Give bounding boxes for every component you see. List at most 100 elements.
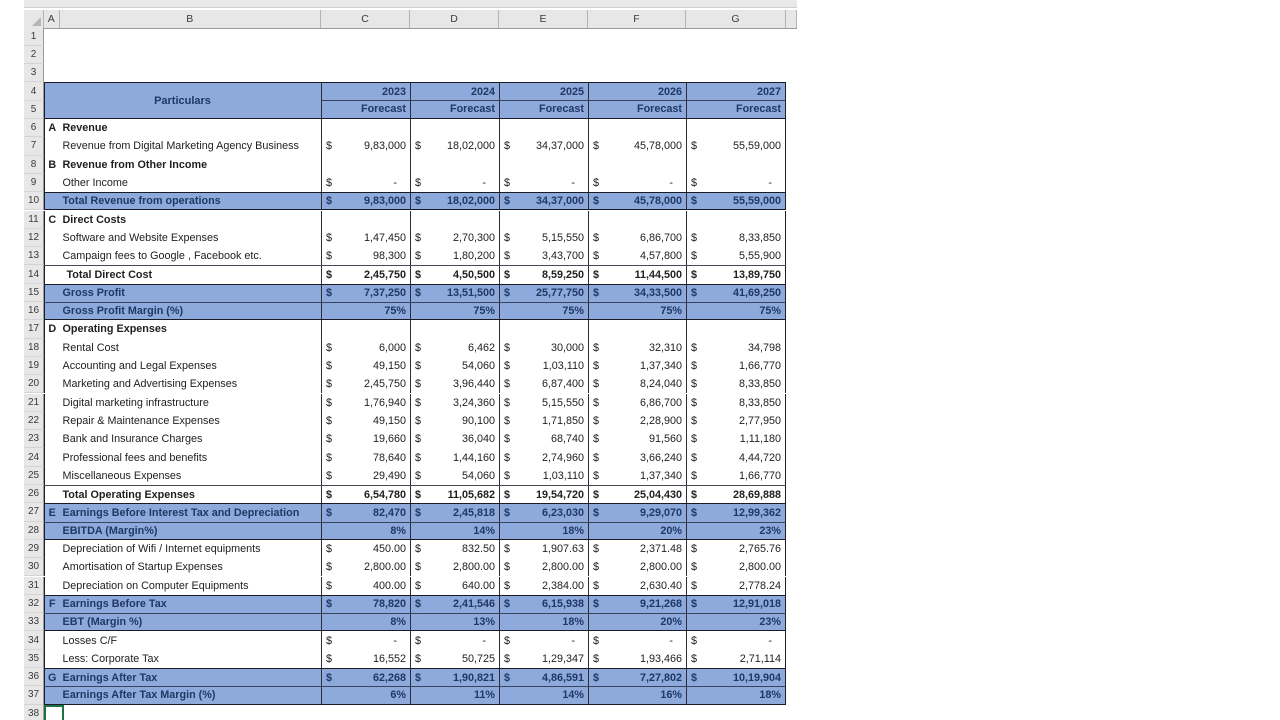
row-header-24[interactable]: 24 (24, 448, 44, 466)
cell-G35[interactable]: $2,71,114 (686, 650, 786, 668)
row-header-14[interactable]: 14 (24, 265, 44, 283)
cell-E14[interactable]: $8,59,250 (499, 266, 588, 283)
cell-A37[interactable] (44, 687, 60, 703)
cell-G36[interactable]: $10,19,904 (686, 669, 786, 686)
cell-D7[interactable]: $18,02,000 (410, 137, 499, 155)
cell-B17[interactable]: Operating Expenses (60, 320, 322, 338)
cell-G28[interactable]: 23% (686, 523, 786, 539)
cell-B22[interactable]: Repair & Maintenance Expenses (60, 412, 322, 430)
row-header-26[interactable]: 26 (24, 485, 44, 503)
cell-B23[interactable]: Bank and Insurance Charges (60, 430, 322, 448)
cell-C11[interactable] (321, 211, 410, 229)
cell-D21[interactable]: $3,24,360 (410, 394, 499, 412)
cell-D25[interactable]: $54,060 (410, 467, 499, 485)
cell-E12[interactable]: $5,15,550 (499, 229, 588, 247)
cell-C20[interactable]: $2,45,750 (321, 375, 410, 393)
cell-G30[interactable]: $2,800.00 (686, 558, 786, 576)
row-header-27[interactable]: 27 (24, 503, 44, 521)
row-header-7[interactable]: 7 (24, 137, 44, 155)
cell-F15[interactable]: $34,33,500 (588, 285, 686, 302)
cell-B24[interactable]: Professional fees and benefits (60, 448, 322, 466)
row-header-1[interactable]: 1 (24, 28, 44, 46)
cell-A9[interactable] (44, 174, 60, 192)
cell-B36[interactable]: Earnings After Tax (60, 669, 322, 686)
cell-F25[interactable]: $1,37,340 (588, 467, 686, 485)
cell-D23[interactable]: $36,040 (410, 430, 499, 448)
cell-G17[interactable] (686, 320, 786, 338)
cell-E17[interactable] (499, 320, 588, 338)
row-header-30[interactable]: 30 (24, 558, 44, 576)
row-header-31[interactable]: 31 (24, 577, 44, 595)
cell-E27[interactable]: $6,23,030 (499, 504, 588, 521)
cell-B27[interactable]: Earnings Before Interest Tax and Depreci… (60, 504, 322, 521)
cell-D16[interactable]: 75% (410, 303, 499, 319)
cell-E5[interactable]: Forecast (499, 101, 588, 118)
cell-F9[interactable]: $- (588, 174, 686, 192)
cell-B11[interactable]: Direct Costs (60, 211, 322, 229)
cell-E11[interactable] (499, 211, 588, 229)
cell-E16[interactable]: 75% (499, 303, 588, 319)
cell-B37[interactable]: Earnings After Tax Margin (%) (60, 687, 322, 703)
cell-F34[interactable]: $- (588, 631, 686, 649)
cell-F35[interactable]: $1,93,466 (588, 650, 686, 668)
cell-E4[interactable]: 2025 (499, 83, 588, 100)
select-all-button[interactable] (24, 10, 44, 28)
cell-B12[interactable]: Software and Website Expenses (60, 229, 322, 247)
cell-G18[interactable]: $34,798 (686, 339, 786, 357)
cell-C29[interactable]: $450.00 (321, 540, 410, 558)
cell-F16[interactable]: 75% (588, 303, 686, 319)
cell-B19[interactable]: Accounting and Legal Expenses (60, 357, 322, 375)
cell-D26[interactable]: $11,05,682 (410, 486, 499, 503)
cell-A22[interactable] (44, 412, 60, 430)
cell-A36[interactable]: G (44, 669, 60, 686)
cell-F29[interactable]: $2,371.48 (588, 540, 686, 558)
cell-F14[interactable]: $11,44,500 (588, 266, 686, 283)
cell-E23[interactable]: $68,740 (499, 430, 588, 448)
cell-A15[interactable] (44, 285, 60, 302)
cell-G19[interactable]: $1,66,770 (686, 357, 786, 375)
cell-A24[interactable] (44, 448, 60, 466)
row-header-17[interactable]: 17 (24, 320, 44, 338)
sheet-title-cell[interactable] (60, 46, 322, 64)
cell-G24[interactable]: $4,44,720 (686, 448, 786, 466)
cell-C18[interactable]: $6,000 (321, 339, 410, 357)
cell-E25[interactable]: $1,03,110 (499, 467, 588, 485)
cell-C15[interactable]: $7,37,250 (321, 285, 410, 302)
row-header-38[interactable]: 38 (24, 705, 44, 720)
cell-B28[interactable]: EBITDA (Margin%) (60, 523, 322, 539)
cell-G16[interactable]: 75% (686, 303, 786, 319)
cell-E10[interactable]: $34,37,000 (499, 193, 588, 209)
cell-C32[interactable]: $78,820 (321, 596, 410, 613)
cell-F26[interactable]: $25,04,430 (588, 486, 686, 503)
row-header-15[interactable]: 15 (24, 284, 44, 302)
cell-G11[interactable] (686, 211, 786, 229)
cell-D30[interactable]: $2,800.00 (410, 558, 499, 576)
row-header-2[interactable]: 2 (24, 46, 44, 64)
row-header-6[interactable]: 6 (24, 119, 44, 137)
cell-A26[interactable] (44, 486, 60, 503)
cell-A35[interactable] (44, 650, 60, 668)
cell-G10[interactable]: $55,59,000 (686, 193, 786, 209)
cell-D24[interactable]: $1,44,160 (410, 448, 499, 466)
cell-A27[interactable]: E (44, 504, 60, 521)
cell-G37[interactable]: 18% (686, 687, 786, 703)
cell-F18[interactable]: $32,310 (588, 339, 686, 357)
cell-F22[interactable]: $2,28,900 (588, 412, 686, 430)
cell-A25[interactable] (44, 467, 60, 485)
cell-F8[interactable] (588, 156, 686, 174)
cell-C19[interactable]: $49,150 (321, 357, 410, 375)
row-header-34[interactable]: 34 (24, 631, 44, 649)
cell-G15[interactable]: $41,69,250 (686, 285, 786, 302)
column-header-sliver[interactable] (786, 10, 797, 28)
row-header-36[interactable]: 36 (24, 668, 44, 686)
cell-F10[interactable]: $45,78,000 (588, 193, 686, 209)
cell-A14[interactable] (44, 266, 60, 283)
cell-C9[interactable]: $- (321, 174, 410, 192)
cell-G8[interactable] (686, 156, 786, 174)
cell-C13[interactable]: $98,300 (321, 247, 410, 265)
row-header-23[interactable]: 23 (24, 430, 44, 448)
column-header-E[interactable]: E (499, 10, 588, 28)
cell-G13[interactable]: $5,55,900 (686, 247, 786, 265)
cell-C36[interactable]: $62,268 (321, 669, 410, 686)
cell-E21[interactable]: $5,15,550 (499, 394, 588, 412)
